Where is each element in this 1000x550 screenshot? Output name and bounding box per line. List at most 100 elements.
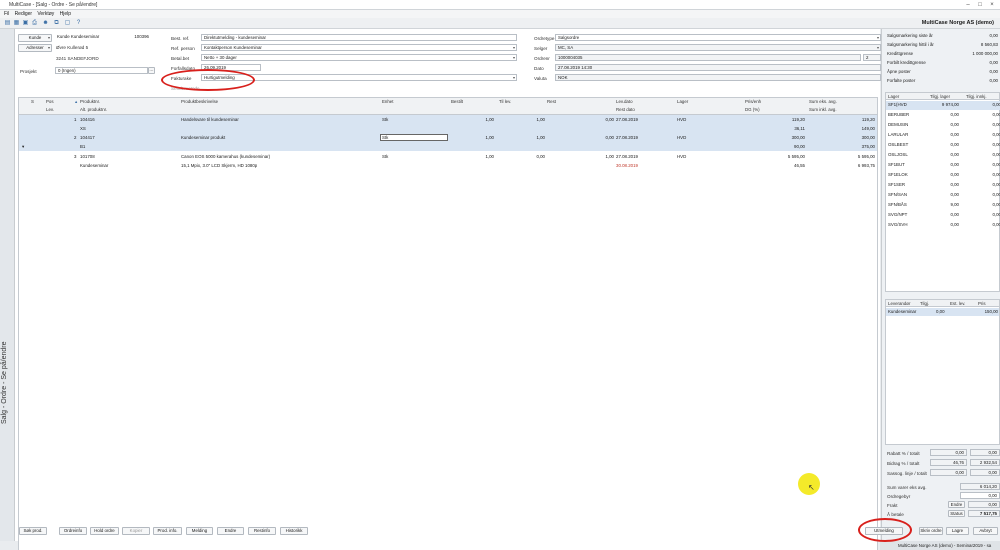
col-produktnr[interactable]: Produktnr. [80, 99, 100, 104]
rabatt-pct: 0,00 [930, 449, 967, 456]
list-item[interactable]: SF1(HVD 9 974,00 0,00 [886, 101, 1000, 110]
bidrag-pct: 46,76 [930, 459, 967, 466]
col-enhet[interactable]: Enhet [382, 99, 393, 104]
menu-fil[interactable]: Fil [4, 10, 9, 18]
ordretype-field[interactable]: Salgsordre ▾ [555, 34, 881, 41]
col-est-lev[interactable]: Est. lev. [950, 301, 965, 306]
open-icon[interactable]: ▦ [13, 20, 20, 27]
col-levdato[interactable]: Lev.dato [616, 99, 633, 104]
menu-rediger[interactable]: Rediger [15, 10, 33, 18]
selger-field[interactable]: MC, SA ▾ [555, 44, 881, 51]
save-icon[interactable]: ▣ [22, 20, 29, 27]
adresser-button[interactable]: Adresser ▾ [18, 44, 52, 52]
best-ref-field[interactable]: Direktutmelding - kundeseminar [201, 34, 517, 41]
table-row[interactable]: 3 101708 Canon EOS 5000 kamerahus (kunde… [19, 152, 877, 161]
close-icon[interactable]: × [986, 1, 998, 9]
col-lager-name[interactable]: Lager [888, 94, 899, 99]
avbryt-button[interactable]: Avbryt [973, 527, 998, 535]
prosjekt-lookup-button[interactable]: … [148, 67, 155, 74]
table-row[interactable]: XS 36,11 149,00 [19, 124, 877, 133]
col-restdato[interactable]: Rest dato [616, 107, 635, 112]
col-tilgj-innkj[interactable]: Tilgj. innkj. [966, 94, 987, 99]
col-bestilt[interactable]: Bestilt [451, 99, 463, 104]
ordregebyr-field[interactable]: 0,00 [960, 492, 1000, 499]
user-icon[interactable]: ☻ [42, 20, 49, 27]
col-s[interactable]: S [31, 99, 34, 104]
col-tilgj[interactable]: Tilgj. [920, 301, 929, 306]
list-item[interactable]: SVG/NPT 0,00 0,00 [886, 211, 1000, 220]
print-icon[interactable]: ⎙ [31, 20, 38, 27]
adresse-line2: 3241 SANDEFJORD [56, 56, 99, 61]
stat-row: Forfalte poster 0,00 [884, 77, 1000, 86]
kunde-button[interactable]: Kunde ▾ [18, 34, 52, 42]
restinfo-button[interactable]: Restinfo [248, 527, 276, 535]
lager-innkj: 0,00 [992, 182, 1000, 187]
row-pris: 300,00 [791, 135, 805, 140]
historikk-button[interactable]: Historikk [280, 527, 308, 535]
endre-button[interactable]: Endre [217, 527, 244, 535]
list-item[interactable]: OSLJOSL 0,00 0,00 [886, 151, 1000, 160]
ordreinfo-button[interactable]: Ordreinfo [59, 527, 87, 535]
list-item[interactable]: SFN/SAN 0,00 0,00 [886, 191, 1000, 200]
lagre-button[interactable]: Lagre [946, 527, 969, 535]
list-item[interactable]: DEMUSIN 0,00 0,00 [886, 121, 1000, 130]
adresser-button-label: Adresser [26, 45, 44, 50]
status-button[interactable]: Status [948, 510, 965, 517]
sok-prod-button[interactable]: Søk prod. [19, 527, 47, 535]
window-icon[interactable]: ▢ [64, 20, 71, 27]
menu-hjelp[interactable]: Hjelp [60, 10, 71, 18]
order-lines-grid[interactable]: S Pos ▴ Produktnr. Produktbeskrivelse En… [18, 97, 878, 550]
col-lev[interactable]: Lev. [46, 107, 54, 112]
maximize-icon[interactable]: □ [974, 1, 986, 9]
melding-button[interactable]: Melding [186, 527, 213, 535]
table-row[interactable]: ▾ B1 90,00 375,00 [19, 142, 877, 151]
ref-person-field[interactable]: Kontaktperson Kundeseminar ▾ [201, 44, 517, 51]
lev-header: Leverandør Tilgj. Est. lev. Pris [886, 300, 999, 307]
list-item[interactable]: OSLBEST 0,00 0,00 [886, 141, 1000, 150]
list-item[interactable]: SFN/BÅS 9,00 0,00 [886, 201, 1000, 210]
col-beskrivelse[interactable]: Produktbeskrivelse [181, 99, 218, 104]
prod-info-button[interactable]: Prod. info. [153, 527, 182, 535]
new-icon[interactable]: ▤ [4, 20, 11, 27]
col-dg[interactable]: DG (%) [745, 107, 760, 112]
col-lager[interactable]: Lager [677, 99, 688, 104]
betal-value: Netto + 30 dager [204, 55, 237, 60]
help-icon[interactable]: ? [75, 20, 82, 27]
prosjekt-field[interactable]: 0 (Ingen) [55, 67, 148, 74]
list-item[interactable]: SF1BUT 0,00 0,00 [886, 161, 1000, 170]
sassog-total: 0,00 [970, 469, 1000, 476]
betal-field[interactable]: Netto + 30 dager ▾ [201, 54, 517, 61]
row-enhet-editor[interactable]: Stk [380, 134, 448, 141]
copy-icon[interactable]: ⧉ [53, 20, 60, 27]
table-row[interactable]: 2 104417 Kundeseminar produkt Stk 1,00 1… [19, 133, 877, 142]
col-pris[interactable]: Pris/enh [745, 99, 761, 104]
leverandor-list[interactable]: Leverandør Tilgj. Est. lev. Pris Kundese… [885, 299, 1000, 445]
col-tillev[interactable]: Til lev. [499, 99, 511, 104]
lager-list[interactable]: Lager Tilgj. lager Tilgj. innkj. SF1(HVD… [885, 92, 1000, 292]
skriv-ordre-button[interactable]: Skriv ordre [919, 527, 943, 535]
table-row[interactable]: Kundeseminar 15,1 Mpix, 3.0" LCD Skjerm,… [19, 161, 877, 170]
frakt-endre-button[interactable]: Endre [948, 501, 965, 508]
total-value: 7 517,75 [968, 510, 1000, 517]
kunde-name: Kunde Kundeseminar 100396 [55, 34, 151, 41]
list-item[interactable]: Kundeseminar 0,00 150,00 [886, 308, 999, 316]
annotation-circle-utmelding [858, 518, 912, 542]
list-item[interactable]: SF1ELOK 0,00 0,00 [886, 171, 1000, 180]
col-suminkl[interactable]: Sum inkl. avg. [809, 107, 837, 112]
menu-verktoy[interactable]: Verktøy [37, 10, 54, 18]
col-sum[interactable]: Sum eks. avg. [809, 99, 837, 104]
col-rest[interactable]: Rest [547, 99, 556, 104]
table-row[interactable]: 1 104416 Handelsvare til kundeseminar St… [19, 115, 877, 124]
col-pos[interactable]: Pos [46, 99, 54, 104]
list-item[interactable]: LARULAR 0,00 0,00 [886, 131, 1000, 140]
list-item[interactable]: SF1SER 0,00 0,00 [886, 181, 1000, 190]
kopier-button[interactable]: Kopier [122, 527, 150, 535]
minimize-icon[interactable]: – [962, 1, 974, 9]
list-item[interactable]: SVG/SVH 0,00 0,00 [886, 221, 1000, 230]
col-altprod[interactable]: Alt. produktnr. [80, 107, 107, 112]
col-pris[interactable]: Pris [978, 301, 986, 306]
list-item[interactable]: BERUBER 0,00 0,00 [886, 111, 1000, 120]
hold-ordre-button[interactable]: Hold ordre [90, 527, 119, 535]
col-tilgj-lager[interactable]: Tilgj. lager [930, 94, 950, 99]
col-leverandor[interactable]: Leverandør [888, 301, 910, 306]
